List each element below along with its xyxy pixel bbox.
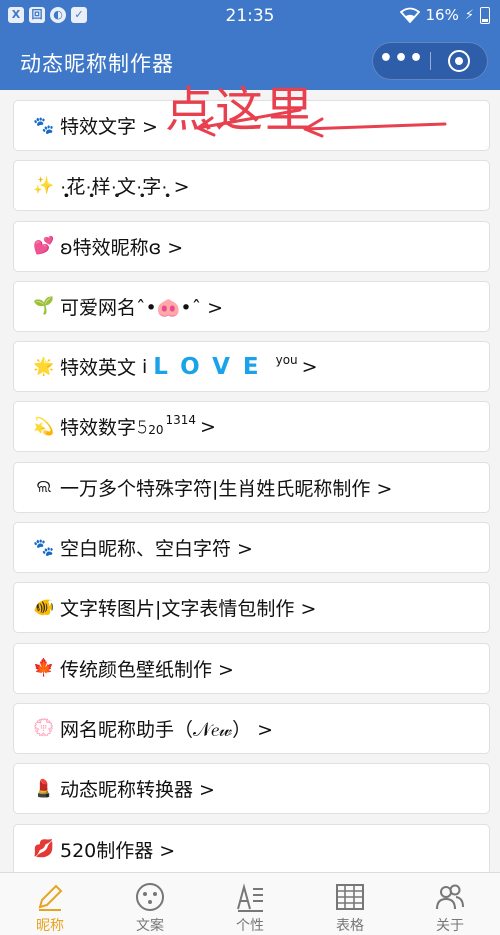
battery-percent: 16%	[425, 6, 459, 24]
more-dots-icon[interactable]: •••	[373, 43, 430, 79]
you-superscript: you	[275, 352, 298, 367]
annotation-text: 点这里	[165, 82, 316, 138]
tab-about[interactable]: 关于	[400, 873, 500, 935]
glowing-star-icon: 🌟	[33, 356, 55, 377]
tab-label: 关于	[436, 918, 464, 934]
list-item-chevron: >	[200, 415, 216, 438]
list-item-label: 网名昵称助手（𝒩𝑒𝓌） >	[60, 718, 274, 741]
kiss-mark-icon: 💋	[33, 839, 55, 860]
tab-label: 文案	[136, 918, 164, 934]
tab-personality[interactable]: 个性	[200, 873, 300, 935]
tab-label: 表格	[336, 918, 364, 934]
status-bar: X 回 ◐ ✓ 21:35 16% ⚡	[0, 0, 500, 34]
list-item-blank-nickname[interactable]: 🐾 空白昵称、空白字符 >	[13, 522, 490, 574]
list-item-label: 特效英文	[60, 357, 137, 380]
white-flower-icon: 💮	[33, 718, 55, 739]
tab-label: 个性	[236, 918, 264, 934]
tab-copywriting[interactable]: 文案	[100, 873, 200, 935]
paw-icon: 🐾	[33, 115, 55, 136]
list-item-fancy-text[interactable]: ✨ ·͙̩͙̩̥͙̥花·͙̩̥样·͙̩̥文·͙̩̥字·͙̩̥ >	[13, 160, 490, 212]
list-item-prefix: ⅰ	[142, 355, 148, 378]
list-item-label: 特效文字 >	[60, 116, 158, 138]
target-close-icon[interactable]	[431, 43, 487, 79]
tab-nickname[interactable]: 昵称	[0, 873, 100, 935]
tropical-fish-icon: 🐠	[33, 597, 55, 618]
list-item-chevron: >	[301, 355, 318, 378]
love-text: LOVE	[153, 353, 272, 380]
list-item-520-maker[interactable]: 💋 520制作器 >	[13, 823, 490, 875]
seedling-icon: 🌱	[33, 296, 55, 317]
list-item-label: 一万多个特殊字符|生肖姓氏昵称制作 >	[60, 477, 393, 500]
battery-icon	[480, 6, 490, 24]
lipstick-icon: 💄	[33, 778, 55, 799]
list-item-label: 文字转图片|文字表情包制作 >	[60, 598, 317, 621]
list-item-cute-name[interactable]: 🌱 可爱网名ˆ•🐽•ˆ >	[13, 280, 490, 332]
list-item-name-assistant[interactable]: 💮 网名昵称助手（𝒩𝑒𝓌） >	[13, 702, 490, 754]
tab-table[interactable]: 表格	[300, 873, 400, 935]
list-item-special-english[interactable]: 🌟 特效英文 ⅰ LOVE you >	[13, 341, 490, 393]
wifi-icon	[399, 7, 420, 23]
list-item-color-wallpaper[interactable]: 🍁 传统颜色壁纸制作 >	[13, 642, 490, 694]
grid-table-icon	[336, 884, 364, 910]
list-item-label: 动态昵称转换器 >	[60, 779, 215, 802]
two-hearts-icon: 💕	[33, 236, 55, 257]
script-glyph-icon: ଲ	[36, 477, 52, 498]
list-item-label: ·͙̩͙̩̥͙̥花·͙̩̥样·͙̩̥文·͙̩̥字·͙̩̥ >	[60, 176, 190, 199]
list-item-special-number[interactable]: 💫 特效数字 𝟻 20 1314 >	[13, 401, 490, 453]
sparkles-icon: ✨	[33, 175, 55, 196]
list-item-text-to-image[interactable]: 🐠 文字转图片|文字表情包制作 >	[13, 582, 490, 634]
tab-label: 昵称	[36, 918, 64, 934]
list-item-special-chars[interactable]: ଲ 一万多个特殊字符|生肖姓氏昵称制作 >	[13, 461, 490, 513]
page-title: 动态昵称制作器	[20, 52, 174, 76]
list-item-special-nickname[interactable]: 💕 ʚ特效昵称ɞ >	[13, 220, 490, 272]
maple-leaf-icon: 🍁	[33, 658, 55, 679]
pencil-icon	[38, 884, 63, 911]
paw-icon: 🐾	[33, 537, 55, 558]
face-dots-icon	[136, 883, 164, 911]
list-item-label: 520制作器 >	[60, 839, 176, 862]
list-item-label: 传统颜色壁纸制作 >	[60, 658, 234, 681]
mini-program-capsule: •••	[372, 42, 488, 80]
superscript-number: 1314	[165, 412, 197, 427]
dizzy-icon: 💫	[33, 416, 55, 437]
bottom-tab-bar: 昵称 文案 个性 表格 关于	[0, 872, 500, 935]
list-item-label: 特效数字	[60, 417, 137, 440]
charging-icon: ⚡	[464, 7, 474, 23]
list-item-label: ʚ特效昵称ɞ >	[60, 236, 184, 259]
list-item-label: 空白昵称、空白字符 >	[60, 538, 253, 561]
list-item-prefix: 𝟻	[136, 415, 149, 438]
status-right: 16% ⚡	[399, 6, 490, 24]
list-item-label: 可爱网名ˆ•🐽•ˆ >	[60, 296, 224, 319]
people-icon	[436, 884, 464, 910]
feature-list: 🐾 特效文字 > ✨ ·͙̩͙̩̥͙̥花·͙̩̥样·͙̩̥文·͙̩̥字·͙̩̥ …	[13, 100, 490, 884]
subscript-number: 20	[148, 422, 164, 437]
text-lines-icon	[237, 883, 263, 912]
list-item-nickname-converter[interactable]: 💄 动态昵称转换器 >	[13, 763, 490, 815]
